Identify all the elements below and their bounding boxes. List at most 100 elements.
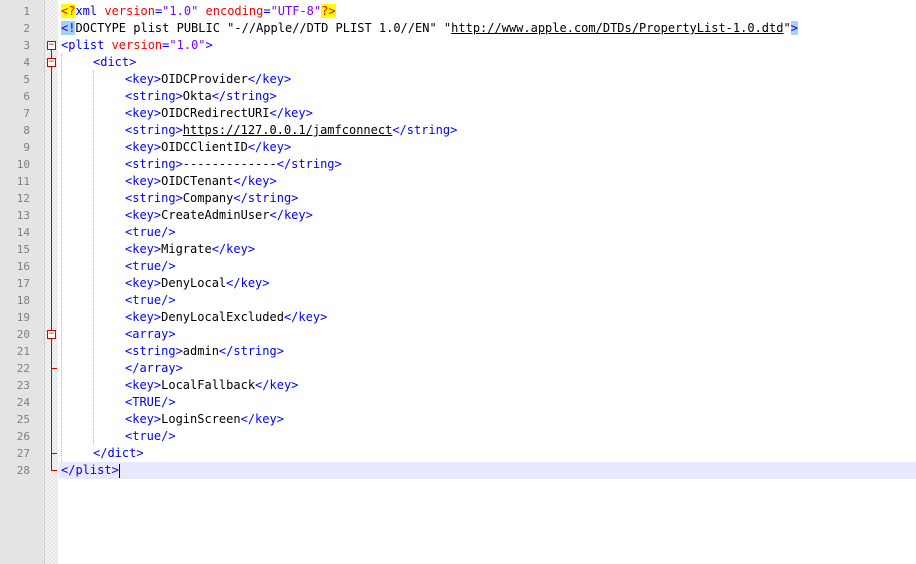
token-url[interactable]: https://127.0.0.1/jamfconnect: [183, 123, 393, 137]
fold-toggle-icon[interactable]: −: [47, 41, 56, 50]
fold-toggle-icon[interactable]: −: [47, 330, 56, 339]
code-text[interactable]: </dict>: [93, 445, 144, 462]
code-text[interactable]: <string>Company</string>: [125, 190, 298, 207]
token-txt: OIDCRedirectURI: [161, 106, 270, 120]
code-text[interactable]: <key>LoginScreen</key>: [125, 411, 284, 428]
code-line[interactable]: 5 <key>OIDCProvider</key>: [0, 71, 916, 88]
code-line[interactable]: 18 <true/>: [0, 292, 916, 309]
token-txt: DenyLocalExcluded: [161, 310, 284, 324]
line-number: 10: [16, 158, 30, 171]
line-number: 5: [23, 73, 30, 86]
token-txt: LoginScreen: [161, 412, 241, 426]
code-line[interactable]: 17 <key>DenyLocal</key>: [0, 275, 916, 292]
code-text[interactable]: <array>: [125, 326, 176, 343]
token-t: <key>: [125, 412, 162, 426]
fold-end-marker: [51, 453, 57, 454]
code-line[interactable]: 25 <key>LoginScreen</key>: [0, 411, 916, 428]
code-text[interactable]: <key>LocalFallback</key>: [125, 377, 298, 394]
code-text[interactable]: <true/>: [125, 428, 176, 445]
fold-end-marker: [51, 470, 57, 471]
token-t: <array>: [125, 327, 176, 341]
token-txt: OIDCClientID: [161, 140, 248, 154]
code-text[interactable]: </array>: [125, 360, 183, 377]
token-t: </key>: [269, 208, 313, 222]
token-t: </key>: [233, 174, 277, 188]
line-number: 16: [16, 260, 30, 273]
code-line[interactable]: 12 <string>Company</string>: [0, 190, 916, 207]
code-text[interactable]: <true/>: [125, 224, 176, 241]
token-attr: version: [104, 38, 163, 52]
code-line[interactable]: 4 <dict>: [0, 54, 916, 71]
line-number: 13: [16, 209, 30, 222]
token-t: <key>: [125, 242, 162, 256]
code-line[interactable]: 15 <key>Migrate</key>: [0, 241, 916, 258]
code-text[interactable]: <TRUE/>: [125, 394, 176, 411]
code-text[interactable]: <dict>: [93, 54, 136, 71]
line-number: 15: [16, 243, 30, 256]
code-text[interactable]: <true/>: [125, 292, 176, 309]
code-line[interactable]: 7 <key>OIDCRedirectURI</key>: [0, 105, 916, 122]
code-line[interactable]: 10 <string>-------------</string>: [0, 156, 916, 173]
code-line[interactable]: 8 <string>https://127.0.0.1/jamfconnect</…: [0, 122, 916, 139]
token-attr: version: [97, 4, 155, 18]
code-text[interactable]: <key>DenyLocal</key>: [125, 275, 270, 292]
code-text[interactable]: <key>OIDCProvider</key>: [125, 71, 291, 88]
code-line[interactable]: 23 <key>LocalFallback</key>: [0, 377, 916, 394]
line-number: 17: [16, 277, 30, 290]
code-text[interactable]: <true/>: [125, 258, 176, 275]
code-line[interactable]: 6 <string>Okta</string>: [0, 88, 916, 105]
code-text[interactable]: <!DOCTYPE plist PUBLIC "-//Apple//DTD PL…: [61, 20, 798, 37]
code-line[interactable]: 1 <?xml version="1.0" encoding="UTF-8"?>: [0, 3, 916, 20]
code-line[interactable]: 28 </plist>: [0, 462, 916, 479]
token-t: <key>: [125, 310, 162, 324]
code-line[interactable]: 20 <array>: [0, 326, 916, 343]
code-text[interactable]: <string>admin</string>: [125, 343, 284, 360]
code-line[interactable]: 22 </array>: [0, 360, 916, 377]
code-line[interactable]: 24 <TRUE/>: [0, 394, 916, 411]
code-text[interactable]: <key>OIDCClientID</key>: [125, 139, 291, 156]
fold-toggle-icon[interactable]: −: [47, 58, 56, 67]
code-line[interactable]: 19 <key>DenyLocalExcluded</key>: [0, 309, 916, 326]
code-line[interactable]: 3 <plist version="1.0">: [0, 37, 916, 54]
line-number: 25: [16, 413, 30, 426]
code-line[interactable]: 26 <true/>: [0, 428, 916, 445]
token-t: </string>: [392, 123, 458, 137]
token-t: <TRUE/>: [125, 395, 176, 409]
code-line[interactable]: 21 <string>admin</string>: [0, 343, 916, 360]
code-text[interactable]: <key>OIDCRedirectURI</key>: [125, 105, 313, 122]
token-t: <true/>: [125, 259, 176, 273]
code-text[interactable]: <key>DenyLocalExcluded</key>: [125, 309, 327, 326]
code-line[interactable]: 14 <true/>: [0, 224, 916, 241]
token-url[interactable]: http://www.apple.com/DTDs/PropertyList-1…: [451, 21, 783, 35]
code-text[interactable]: <string>-------------</string>: [125, 156, 342, 173]
code-text[interactable]: </plist>: [61, 462, 120, 479]
code-line[interactable]: 16 <true/>: [0, 258, 916, 275]
token-txt: -------------: [182, 157, 277, 171]
code-line[interactable]: 27 </dict>: [0, 445, 916, 462]
code-line[interactable]: 11 <key>OIDCTenant</key>: [0, 173, 916, 190]
token-t: <dict>: [93, 55, 137, 69]
code-text[interactable]: <?xml version="1.0" encoding="UTF-8"?>: [61, 3, 336, 20]
code-text[interactable]: <plist version="1.0">: [61, 37, 213, 54]
line-number: 24: [16, 396, 30, 409]
code-text[interactable]: <string>https://127.0.0.1/jamfconnect</s…: [125, 122, 457, 139]
code-text[interactable]: <string>Okta</string>: [125, 88, 277, 105]
fold-range-line: [51, 67, 52, 453]
line-number: 27: [16, 447, 30, 460]
line-number: 22: [16, 362, 30, 375]
code-line[interactable]: 13 <key>CreateAdminUser</key>: [0, 207, 916, 224]
code-line[interactable]: 9 <key>OIDCClientID</key>: [0, 139, 916, 156]
token-t: </key>: [255, 378, 299, 392]
indent-guide: [93, 71, 94, 445]
token-t: </key>: [211, 242, 256, 256]
token-val: "1.0": [169, 38, 206, 52]
code-editor[interactable]: 1 <?xml version="1.0" encoding="UTF-8"?> 2…: [0, 0, 916, 564]
token-t: </plist>: [61, 463, 119, 477]
code-text[interactable]: <key>OIDCTenant</key>: [125, 173, 277, 190]
indent-guide: [61, 54, 62, 462]
token-t: <string>: [125, 344, 183, 358]
code-text[interactable]: <key>Migrate</key>: [125, 241, 255, 258]
code-text[interactable]: <key>CreateAdminUser</key>: [125, 207, 313, 224]
token-t: <true/>: [125, 225, 176, 239]
code-line[interactable]: 2 <!DOCTYPE plist PUBLIC "-//Apple//DTD P…: [0, 20, 916, 37]
